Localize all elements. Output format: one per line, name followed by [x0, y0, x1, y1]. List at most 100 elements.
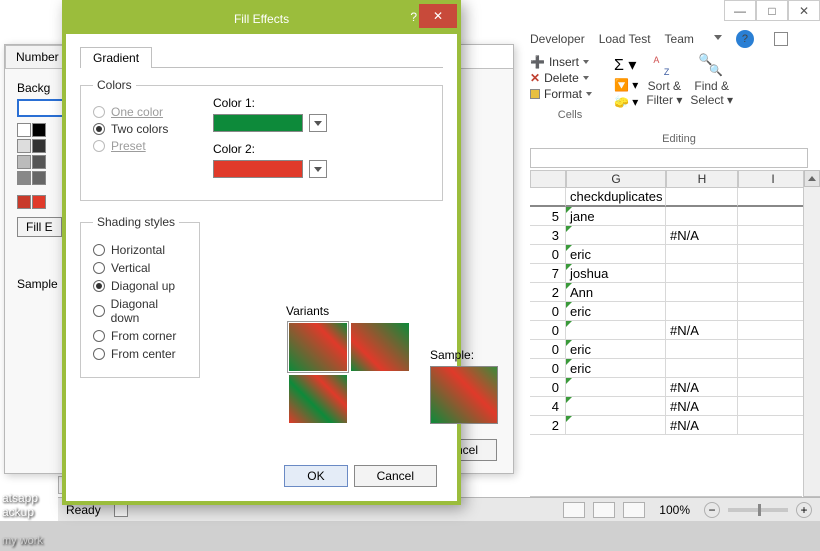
dialog-close-button[interactable]: ✕ [419, 4, 457, 28]
tab-developer[interactable]: Developer [530, 32, 585, 46]
cell[interactable] [738, 226, 808, 245]
color1-swatch[interactable] [213, 114, 303, 132]
cell[interactable]: Ann [566, 283, 666, 302]
view-layout-icon[interactable] [593, 502, 615, 518]
cell[interactable]: 0 [530, 321, 566, 340]
cell[interactable] [738, 283, 808, 302]
format-button[interactable]: Format [530, 87, 610, 101]
cell[interactable]: 5 [530, 207, 566, 226]
variant-1[interactable] [288, 322, 348, 372]
cell[interactable] [738, 378, 808, 397]
cell[interactable]: 3 [530, 226, 566, 245]
color2-picker[interactable] [213, 160, 430, 178]
col-header-i[interactable]: I [738, 170, 808, 188]
view-break-icon[interactable] [623, 502, 645, 518]
cell[interactable]: #N/A [666, 226, 738, 245]
zoom-in-button[interactable]: + [796, 502, 812, 518]
cell[interactable]: checkduplicates [566, 188, 666, 207]
vertical-scrollbar[interactable] [803, 170, 820, 513]
color1-picker[interactable] [213, 114, 430, 132]
dialog-titlebar[interactable]: Fill Effects ? ✕ [66, 4, 457, 34]
scroll-up-icon[interactable] [804, 170, 820, 187]
minimize-button[interactable]: — [724, 0, 756, 21]
cell[interactable]: eric [566, 340, 666, 359]
cell[interactable] [738, 245, 808, 264]
cell[interactable]: 0 [530, 359, 566, 378]
cell[interactable] [738, 188, 808, 207]
cell[interactable] [666, 245, 738, 264]
col-header-h[interactable]: H [666, 170, 738, 188]
cell[interactable] [738, 416, 808, 435]
cell[interactable]: #N/A [666, 397, 738, 416]
cell[interactable]: #N/A [666, 321, 738, 340]
cell[interactable]: 4 [530, 397, 566, 416]
taskbar[interactable] [0, 521, 820, 551]
formula-bar[interactable] [530, 148, 808, 168]
cell[interactable]: 0 [530, 340, 566, 359]
cell[interactable] [566, 378, 666, 397]
ok-button[interactable]: OK [284, 465, 347, 487]
cell[interactable]: #N/A [666, 416, 738, 435]
fill-effects-button[interactable]: Fill E [17, 217, 62, 237]
shading-vertical-radio[interactable]: Vertical [93, 261, 187, 275]
sum-icon[interactable]: Σ ▾ [614, 55, 638, 75]
dialog-help-icon[interactable]: ? [410, 10, 417, 24]
shading-diagonal-up-radio[interactable]: Diagonal up [93, 279, 187, 293]
cell[interactable] [566, 226, 666, 245]
cell[interactable]: joshua [566, 264, 666, 283]
window-icon[interactable] [774, 32, 788, 46]
cancel-button[interactable]: Cancel [354, 465, 437, 487]
cell[interactable]: 2 [530, 283, 566, 302]
cell[interactable] [530, 188, 566, 207]
sort-filter-button[interactable]: Sort & Filter ▾ [646, 55, 682, 109]
find-select-button[interactable]: Find & Select ▾ [690, 55, 733, 109]
col-header-g[interactable]: G [566, 170, 666, 188]
cell[interactable] [566, 397, 666, 416]
cell[interactable]: 7 [530, 264, 566, 283]
color2-dropdown-icon[interactable] [309, 160, 327, 178]
cell[interactable]: eric [566, 245, 666, 264]
cell[interactable] [738, 264, 808, 283]
cell[interactable]: eric [566, 359, 666, 378]
cell[interactable] [666, 264, 738, 283]
help-icon[interactable]: ? [736, 30, 754, 48]
shading-from-center-radio[interactable]: From center [93, 347, 187, 361]
cell[interactable] [738, 207, 808, 226]
tab-gradient[interactable]: Gradient [80, 47, 152, 68]
cell[interactable] [738, 321, 808, 340]
cell[interactable] [666, 283, 738, 302]
cell[interactable] [738, 359, 808, 378]
cell[interactable] [666, 188, 738, 207]
color2-swatch[interactable] [213, 160, 303, 178]
zoom-level[interactable]: 100% [659, 503, 690, 517]
cell[interactable] [738, 340, 808, 359]
cell[interactable] [666, 340, 738, 359]
tab-number[interactable]: Number [5, 45, 70, 68]
cell[interactable] [666, 207, 738, 226]
cell[interactable]: #N/A [666, 378, 738, 397]
clear-icon[interactable]: 🧽 ▾ [614, 95, 638, 109]
delete-button[interactable]: ✕Delete [530, 71, 610, 85]
cell[interactable] [666, 302, 738, 321]
variant-2[interactable] [350, 322, 410, 372]
spreadsheet-grid[interactable]: checkduplicates5jane3#N/A0eric7joshua2An… [530, 188, 808, 435]
shading-diagonal-down-radio[interactable]: Diagonal down [93, 297, 187, 325]
maximize-button[interactable]: □ [756, 0, 788, 21]
zoom-out-button[interactable]: − [704, 502, 720, 518]
shading-from-corner-radio[interactable]: From corner [93, 329, 187, 343]
tab-team[interactable]: Team [665, 32, 694, 46]
view-normal-icon[interactable] [563, 502, 585, 518]
cell[interactable] [738, 397, 808, 416]
zoom-slider[interactable] [728, 508, 788, 512]
cell[interactable]: 0 [530, 302, 566, 321]
variant-3[interactable] [288, 374, 348, 424]
tab-loadtest[interactable]: Load Test [599, 32, 651, 46]
close-button[interactable]: ✕ [788, 0, 820, 21]
shading-horizontal-radio[interactable]: Horizontal [93, 243, 187, 257]
cell[interactable] [666, 359, 738, 378]
chevron-down-icon[interactable] [714, 35, 722, 40]
cell[interactable] [738, 302, 808, 321]
cell[interactable] [566, 416, 666, 435]
cell[interactable]: 0 [530, 378, 566, 397]
cell[interactable]: eric [566, 302, 666, 321]
